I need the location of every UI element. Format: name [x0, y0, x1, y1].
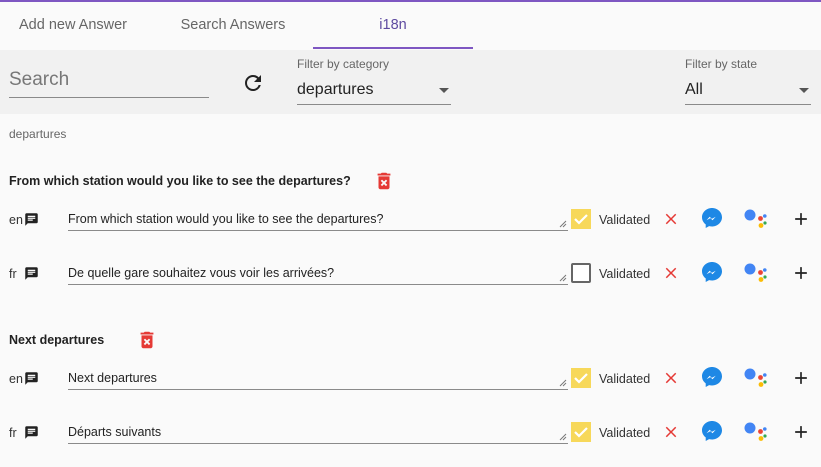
answer-text-field[interactable]: From which station would you like to see…	[68, 206, 568, 231]
google-assistant-icon[interactable]	[743, 420, 769, 444]
tab-search-answers[interactable]: Search Answers	[153, 2, 313, 48]
language-code: en	[9, 213, 23, 227]
checkmark-icon	[574, 214, 588, 225]
tab-add-new-answer[interactable]: Add new Answer	[0, 2, 153, 48]
validated-checkbox[interactable]	[571, 422, 591, 442]
message-icon	[25, 267, 38, 280]
validated-checkbox[interactable]	[571, 209, 591, 229]
validated-label: Validated	[599, 426, 651, 440]
add-icon[interactable]	[791, 263, 811, 283]
tab-i18n[interactable]: i18n	[313, 2, 473, 48]
category-filter-label: Filter by category	[297, 57, 390, 71]
state-select-value: All	[685, 81, 703, 98]
messenger-icon[interactable]	[700, 260, 724, 284]
add-icon[interactable]	[791, 368, 811, 388]
checkmark-icon	[574, 427, 588, 438]
google-assistant-icon[interactable]	[743, 261, 769, 285]
active-tab-indicator	[313, 47, 473, 49]
delete-question-icon[interactable]	[373, 170, 395, 192]
resize-handle-icon[interactable]	[559, 379, 567, 387]
answer-row: fr De quelle gare souhaitez vous voir le…	[0, 260, 821, 290]
answer-row: en Next departures Validated	[0, 365, 821, 395]
messenger-icon[interactable]	[700, 206, 724, 230]
add-icon[interactable]	[791, 209, 811, 229]
language-code: en	[9, 372, 23, 386]
resize-handle-icon[interactable]	[559, 274, 567, 282]
message-icon	[25, 372, 38, 385]
checkmark-icon	[574, 373, 588, 384]
category-select[interactable]: departures	[297, 78, 451, 105]
chevron-down-icon	[439, 88, 449, 93]
refresh-icon[interactable]	[241, 71, 265, 95]
chevron-down-icon	[799, 88, 809, 93]
state-select[interactable]: All	[685, 78, 811, 105]
tab-bar: Add new Answer Search Answers i18n	[0, 2, 821, 51]
google-assistant-icon[interactable]	[743, 207, 769, 231]
search-input[interactable]	[9, 63, 209, 98]
messenger-icon[interactable]	[700, 419, 724, 443]
validated-label: Validated	[599, 213, 651, 227]
google-assistant-icon[interactable]	[743, 366, 769, 390]
messenger-icon[interactable]	[700, 365, 724, 389]
state-filter-label: Filter by state	[685, 57, 758, 71]
resize-handle-icon[interactable]	[559, 433, 567, 441]
answer-text: Next departures	[68, 371, 157, 385]
category-select-value: departures	[297, 81, 374, 98]
close-icon[interactable]	[662, 264, 680, 282]
answer-text: From which station would you like to see…	[68, 212, 384, 226]
answer-text-field[interactable]: Départs suivants	[68, 419, 568, 444]
validated-label: Validated	[599, 372, 651, 386]
add-icon[interactable]	[791, 422, 811, 442]
question-title: From which station would you like to see…	[9, 174, 351, 188]
close-icon[interactable]	[662, 210, 680, 228]
message-icon	[25, 213, 38, 226]
answer-row: fr Départs suivants Validated	[0, 419, 821, 449]
delete-question-icon[interactable]	[136, 329, 158, 351]
answer-row: en From which station would you like to …	[0, 206, 821, 236]
language-code: fr	[9, 426, 17, 440]
validated-label: Validated	[599, 267, 651, 281]
answer-text-field[interactable]: De quelle gare souhaitez vous voir les a…	[68, 260, 568, 285]
answer-text-field[interactable]: Next departures	[68, 365, 568, 390]
validated-checkbox[interactable]	[571, 263, 591, 283]
validated-checkbox[interactable]	[571, 368, 591, 388]
answer-text: Départs suivants	[68, 425, 162, 439]
resize-handle-icon[interactable]	[559, 220, 567, 228]
close-icon[interactable]	[662, 369, 680, 387]
breadcrumb: departures	[9, 127, 67, 141]
language-code: fr	[9, 267, 17, 281]
answer-text: De quelle gare souhaitez vous voir les a…	[68, 266, 335, 280]
question-title: Next departures	[9, 333, 105, 347]
message-icon	[25, 426, 38, 439]
close-icon[interactable]	[662, 423, 680, 441]
